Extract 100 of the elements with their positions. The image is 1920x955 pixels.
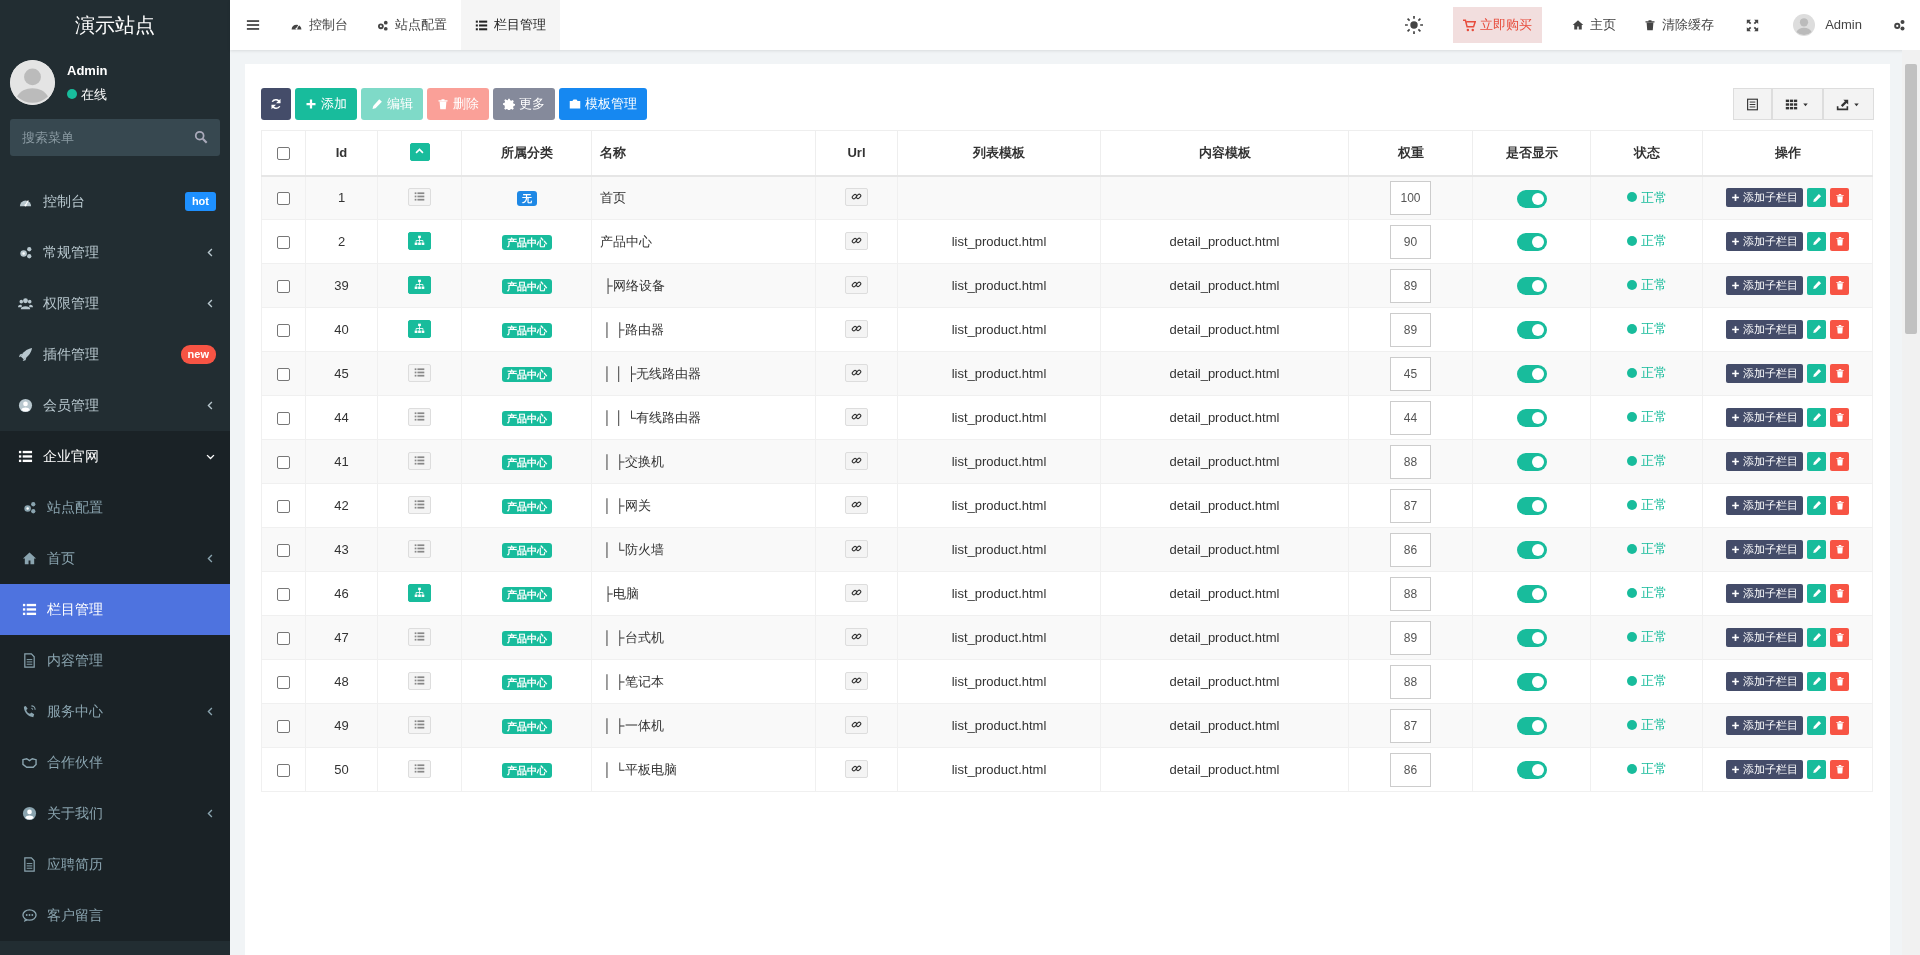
checkbox[interactable] — [277, 323, 290, 337]
delete-button[interactable] — [1830, 495, 1849, 515]
sitemap-button[interactable] — [408, 275, 431, 294]
checkbox[interactable] — [277, 719, 290, 733]
visibility-switch[interactable] — [1516, 541, 1547, 560]
search-field[interactable]: 搜索菜单 — [10, 119, 220, 156]
add-subcolumn-button[interactable]: 添加子栏目 — [1726, 759, 1803, 779]
column-header[interactable]: 名称 — [600, 145, 626, 160]
nav-tab[interactable]: 控制台 — [276, 0, 362, 50]
list-button[interactable] — [408, 759, 431, 778]
column-header[interactable]: Id — [335, 145, 348, 160]
weight-field[interactable]: 100 — [1390, 180, 1431, 215]
add-subcolumn-button[interactable]: 添加子栏目 — [1726, 363, 1803, 383]
list-button[interactable] — [408, 407, 431, 426]
list-button[interactable] — [408, 671, 431, 690]
menu-item[interactable]: 关于我们 — [0, 788, 230, 839]
menu-item[interactable]: 控制台 hot — [0, 176, 230, 227]
menu-item[interactable]: 内容管理 — [0, 635, 230, 686]
url-button[interactable] — [845, 319, 868, 338]
url-button[interactable] — [845, 275, 868, 294]
menu-item[interactable]: 客户留言 — [0, 890, 230, 941]
menu-item[interactable]: 企业官网 — [0, 431, 230, 482]
weight-field[interactable]: 86 — [1390, 532, 1431, 567]
visibility-switch[interactable] — [1516, 453, 1547, 472]
menu-item[interactable]: 栏目管理 — [0, 584, 230, 635]
add-subcolumn-button[interactable]: 添加子栏目 — [1726, 275, 1803, 295]
checkbox[interactable] — [277, 675, 290, 689]
toolbar-button[interactable]: 模板管理 — [559, 88, 647, 120]
sitemap-button[interactable] — [408, 583, 431, 602]
visibility-switch[interactable] — [1516, 233, 1547, 252]
delete-button[interactable] — [1830, 671, 1849, 691]
visibility-switch[interactable] — [1516, 409, 1547, 428]
checkbox[interactable] — [277, 499, 290, 513]
add-subcolumn-button[interactable]: 添加子栏目 — [1726, 583, 1803, 603]
checkbox[interactable] — [277, 587, 290, 601]
menu-item[interactable]: 应聘简历 — [0, 839, 230, 890]
checkbox[interactable] — [277, 763, 290, 777]
edit-button[interactable] — [1807, 363, 1826, 383]
list-button[interactable] — [408, 495, 431, 514]
delete-button[interactable] — [1830, 231, 1849, 251]
menu-item[interactable]: 插件管理 new — [0, 329, 230, 380]
checkbox[interactable] — [277, 279, 290, 293]
weight-field[interactable]: 88 — [1390, 444, 1431, 479]
url-button[interactable] — [845, 187, 868, 206]
scrollbar[interactable] — [1902, 50, 1920, 955]
refresh-button[interactable] — [261, 88, 291, 120]
checkbox[interactable] — [277, 543, 290, 557]
weight-field[interactable]: 87 — [1390, 488, 1431, 523]
edit-button[interactable] — [1807, 539, 1826, 559]
url-button[interactable] — [845, 495, 868, 514]
visibility-switch[interactable] — [1516, 189, 1547, 208]
edit-button[interactable] — [1807, 583, 1826, 603]
user-menu[interactable]: Admin — [1777, 0, 1878, 50]
list-button[interactable] — [408, 187, 431, 206]
add-subcolumn-button[interactable]: 添加子栏目 — [1726, 231, 1803, 251]
visibility-switch[interactable] — [1516, 365, 1547, 384]
column-header[interactable]: 是否显示 — [1505, 145, 1558, 160]
edit-button[interactable] — [1807, 627, 1826, 647]
url-button[interactable] — [845, 231, 868, 250]
nav-tab[interactable]: 站点配置 — [362, 0, 461, 50]
export-button[interactable] — [1823, 88, 1874, 120]
edit-button[interactable] — [1807, 451, 1826, 471]
delete-button[interactable] — [1830, 539, 1849, 559]
url-button[interactable] — [845, 407, 868, 426]
edit-button[interactable] — [1807, 495, 1826, 515]
checkbox[interactable] — [277, 631, 290, 645]
checkbox[interactable] — [277, 147, 290, 161]
edit-button[interactable] — [1807, 319, 1826, 339]
column-header[interactable]: 操作 — [1774, 145, 1801, 160]
menu-item[interactable]: 权限管理 — [0, 278, 230, 329]
add-subcolumn-button[interactable]: 添加子栏目 — [1726, 539, 1803, 559]
checkbox[interactable] — [277, 235, 290, 249]
add-subcolumn-button[interactable]: 添加子栏目 — [1726, 715, 1803, 735]
url-button[interactable] — [845, 627, 868, 646]
delete-button[interactable] — [1830, 363, 1849, 383]
delete-button[interactable] — [1830, 759, 1849, 779]
weight-field[interactable]: 89 — [1390, 268, 1431, 303]
weight-field[interactable]: 44 — [1390, 400, 1431, 435]
list-button[interactable] — [408, 363, 431, 382]
list-button[interactable] — [408, 451, 431, 470]
visibility-switch[interactable] — [1516, 717, 1547, 736]
nav-tab[interactable]: 栏目管理 — [461, 0, 560, 50]
weight-field[interactable]: 89 — [1390, 620, 1431, 655]
checkbox[interactable] — [277, 455, 290, 469]
nav-link[interactable]: 清除缓存 — [1630, 0, 1729, 50]
visibility-switch[interactable] — [1516, 497, 1547, 516]
delete-button[interactable] — [1830, 407, 1849, 427]
visibility-switch[interactable] — [1516, 673, 1547, 692]
url-button[interactable] — [845, 715, 868, 734]
add-subcolumn-button[interactable]: 添加子栏目 — [1726, 495, 1803, 515]
edit-button[interactable] — [1807, 671, 1826, 691]
menu-item[interactable]: 会员管理 — [0, 380, 230, 431]
weight-field[interactable]: 86 — [1390, 752, 1431, 787]
delete-button[interactable] — [1830, 627, 1849, 647]
expand-all-button[interactable] — [409, 142, 430, 161]
list-button[interactable] — [408, 715, 431, 734]
list-button[interactable] — [408, 627, 431, 646]
weight-field[interactable]: 89 — [1390, 312, 1431, 347]
weight-field[interactable]: 88 — [1390, 664, 1431, 699]
add-subcolumn-button[interactable]: 添加子栏目 — [1726, 627, 1803, 647]
